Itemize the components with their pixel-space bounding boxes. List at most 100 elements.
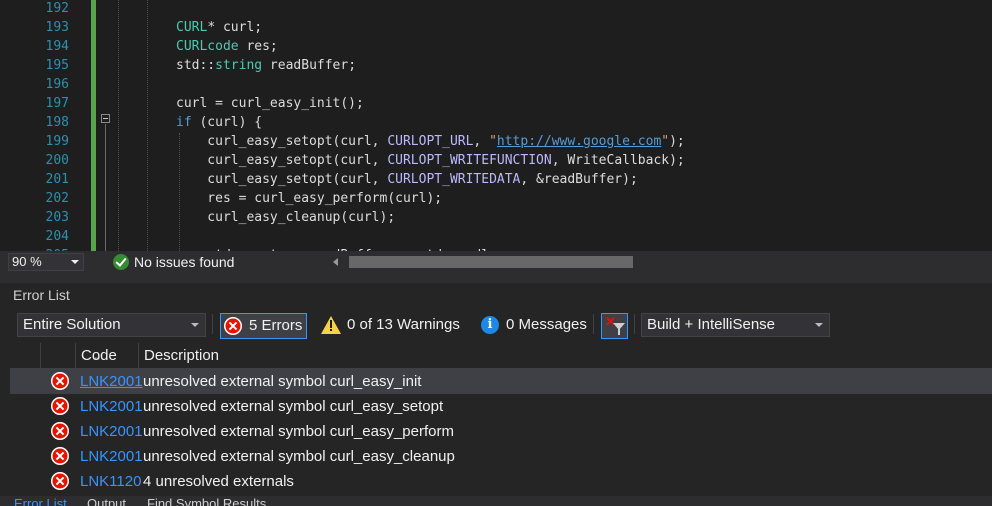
- warnings-filter-label: 0 of 13 Warnings: [347, 316, 460, 333]
- line-number: 202: [45, 191, 69, 206]
- line-number: 204: [45, 229, 69, 244]
- code-line[interactable]: curl_easy_setopt(curl, CURLOPT_URL, "htt…: [176, 132, 685, 151]
- zoom-value: 90 %: [12, 254, 42, 269]
- indent-guide: [147, 0, 148, 251]
- horizontal-scrollbar[interactable]: [345, 256, 990, 268]
- scope-value: Entire Solution: [23, 316, 121, 333]
- bottom-tool-tabs: Error List Output Find Symbol Results: [0, 496, 992, 506]
- error-icon: [224, 317, 242, 335]
- warning-icon: [321, 316, 341, 334]
- error-icon: [51, 372, 69, 390]
- column-header-code[interactable]: Code: [75, 343, 138, 368]
- column-header-icon[interactable]: ▪▪: [40, 343, 100, 368]
- code-editor[interactable]: 1921931941951961971981992002012022032042…: [0, 0, 992, 251]
- panel-splitter[interactable]: [0, 273, 992, 283]
- code-token: CURLOPT_WRITEFUNCTION: [387, 153, 552, 168]
- code-token: CURLOPT_URL: [387, 134, 474, 149]
- table-row[interactable]: LNK2001 unresolved external symbol curl_e…: [10, 394, 992, 419]
- code-line[interactable]: CURLcode res;: [176, 37, 278, 56]
- error-code-link[interactable]: LNK2001: [80, 394, 143, 419]
- warnings-filter-button[interactable]: 0 of 13 Warnings: [318, 313, 466, 339]
- scroll-left-arrow-icon[interactable]: [333, 258, 338, 266]
- line-number: 192: [45, 1, 69, 16]
- filter-open-documents-button[interactable]: ✕: [601, 313, 628, 339]
- code-token: res = curl_easy_perform(curl);: [176, 191, 443, 206]
- info-icon: i: [481, 316, 499, 334]
- code-line[interactable]: res = curl_easy_perform(curl);: [176, 189, 442, 208]
- line-number: 193: [45, 20, 69, 35]
- column-header-description[interactable]: Description: [138, 343, 992, 368]
- line-number: 203: [45, 210, 69, 225]
- code-token: , &readBuffer);: [520, 172, 638, 187]
- code-token: ": [661, 134, 670, 149]
- table-row[interactable]: LNK1120 4 unresolved externals: [10, 469, 992, 494]
- code-token: ::: [199, 58, 216, 73]
- table-row[interactable]: LNK2001 unresolved external symbol curl_e…: [10, 444, 992, 469]
- error-code-link[interactable]: LNK1120: [80, 469, 141, 494]
- error-code-link[interactable]: LNK2001: [80, 419, 143, 444]
- code-token: CURL: [176, 20, 208, 35]
- line-number: 196: [45, 77, 69, 92]
- code-line[interactable]: CURL* curl;: [176, 18, 262, 37]
- build-filter-value: Build + IntelliSense: [647, 316, 775, 333]
- code-line[interactable]: std::string readBuffer;: [176, 56, 356, 75]
- line-number: 198: [45, 115, 69, 130]
- error-code-link[interactable]: LNK2001: [80, 369, 143, 394]
- tab-find-symbol-results[interactable]: Find Symbol Results: [147, 496, 266, 506]
- errors-filter-button[interactable]: 5 Errors: [220, 313, 307, 339]
- scope-dropdown[interactable]: Entire Solution: [17, 313, 206, 337]
- collapse-block-icon[interactable]: [101, 114, 110, 123]
- line-number: 194: [45, 39, 69, 54]
- error-list-toolbar: Entire Solution 5 Errors 0 of 13 Warning…: [0, 311, 992, 341]
- toolbar-separator: [634, 314, 635, 334]
- check-circle-icon: [113, 254, 129, 270]
- code-token: curl_easy_setopt(curl,: [176, 153, 388, 168]
- error-description: unresolved external symbol curl_easy_set…: [143, 398, 444, 415]
- code-line[interactable]: curl = curl_easy_init();: [176, 94, 364, 113]
- code-line[interactable]: if (curl) {: [176, 113, 262, 132]
- code-token: std: [176, 58, 200, 73]
- toolbar-separator: [593, 314, 594, 334]
- error-list-panel: Error List Entire Solution 5 Errors 0 of…: [0, 283, 992, 506]
- errors-filter-label: 5 Errors: [249, 317, 303, 334]
- issues-label: No issues found: [134, 254, 235, 270]
- toolbar-separator: [212, 314, 213, 334]
- build-intellisense-dropdown[interactable]: Build + IntelliSense: [641, 313, 830, 337]
- code-token: * curl;: [207, 20, 263, 35]
- chevron-down-icon: [71, 260, 79, 264]
- line-number-gutter: 1921931941951961971981992002012022032042…: [0, 0, 72, 251]
- chevron-down-icon: [191, 323, 199, 327]
- change-tracking-bar: [91, 0, 96, 251]
- line-number: 200: [45, 153, 69, 168]
- code-token: curl_easy_cleanup(curl);: [176, 210, 396, 225]
- error-icon: [51, 422, 69, 440]
- code-line[interactable]: curl_easy_cleanup(curl);: [176, 208, 395, 227]
- error-code-link[interactable]: LNK2001: [80, 444, 143, 469]
- editor-status-bar: 90 % No issues found: [0, 251, 992, 273]
- code-line[interactable]: curl_easy_setopt(curl, CURLOPT_WRITEDATA…: [176, 170, 638, 189]
- code-token: );: [669, 134, 685, 149]
- tab-output[interactable]: Output: [87, 496, 126, 506]
- code-token: curl_easy_setopt(curl,: [176, 172, 388, 187]
- error-icon: [51, 472, 69, 490]
- code-token: CURLOPT_WRITEDATA: [387, 172, 521, 187]
- table-row[interactable]: LNK2001 unresolved external symbol curl_e…: [10, 369, 992, 394]
- code-url-link[interactable]: http://www.google.com: [497, 134, 661, 149]
- indent-guide: [118, 0, 119, 251]
- messages-filter-button[interactable]: i 0 Messages: [478, 313, 588, 339]
- code-token: ,: [473, 134, 490, 149]
- error-description: unresolved external symbol curl_easy_cle…: [143, 448, 455, 465]
- table-row[interactable]: LNK2001 unresolved external symbol curl_e…: [10, 419, 992, 444]
- code-token: readBuffer;: [262, 58, 357, 73]
- code-token: res;: [238, 39, 278, 54]
- zoom-dropdown[interactable]: 90 %: [8, 253, 84, 271]
- tab-error-list[interactable]: Error List: [14, 496, 67, 506]
- code-line[interactable]: curl_easy_setopt(curl, CURLOPT_WRITEFUNC…: [176, 151, 684, 170]
- error-icon: [51, 447, 69, 465]
- scrollbar-thumb[interactable]: [349, 256, 633, 268]
- line-number: 197: [45, 96, 69, 111]
- line-number: 201: [45, 172, 69, 187]
- code-token: curl_easy_setopt(curl,: [176, 134, 388, 149]
- panel-title: Error List: [13, 287, 70, 303]
- code-token: string: [215, 58, 263, 73]
